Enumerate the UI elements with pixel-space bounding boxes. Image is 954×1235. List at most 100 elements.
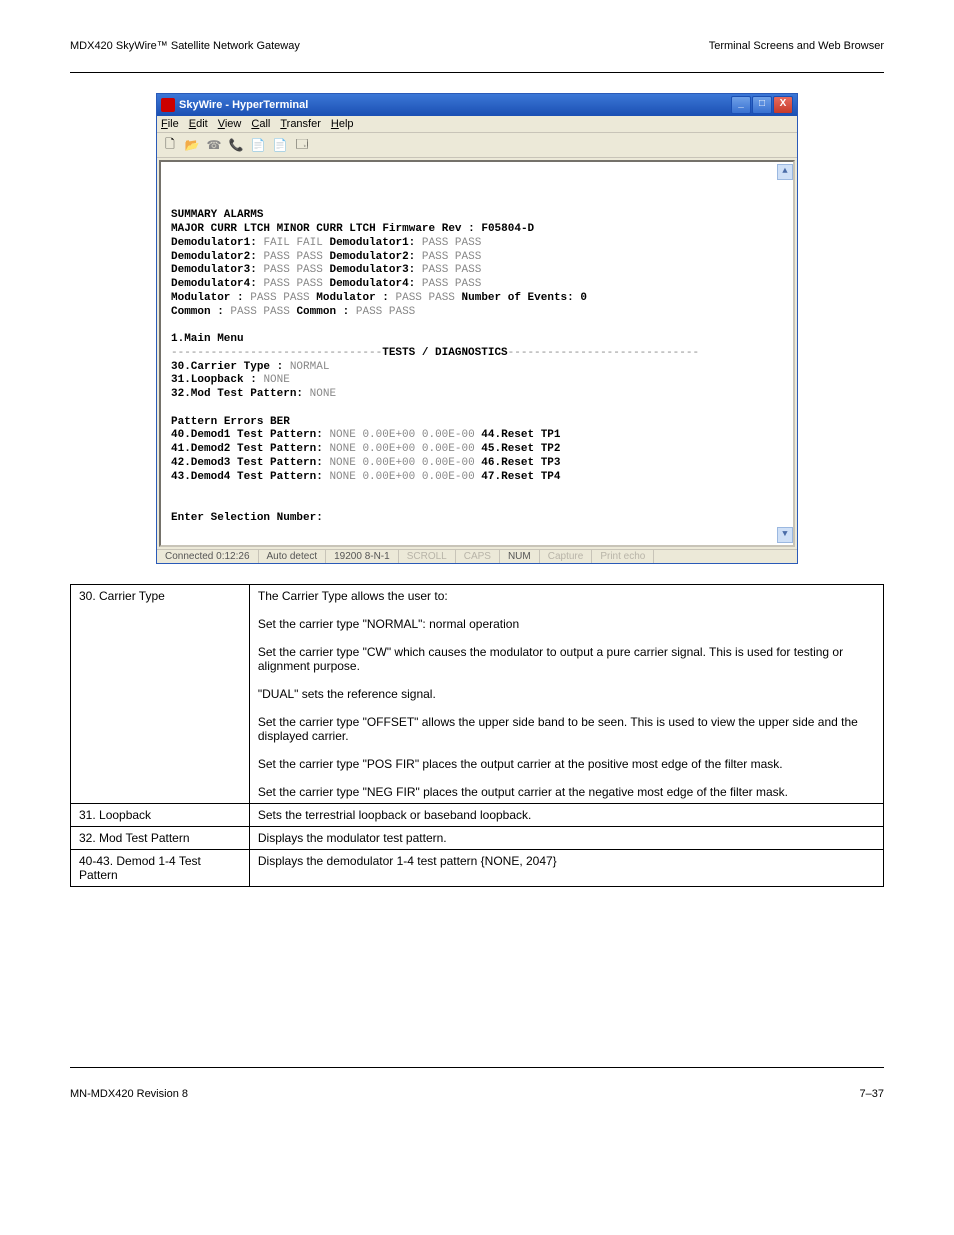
cell-30-desc: The Carrier Type allows the user to: Set… <box>249 585 883 804</box>
open-icon[interactable]: 📂 <box>183 136 201 154</box>
maj-row: Demodulator1: <box>171 237 257 249</box>
new-icon[interactable]: 🗋 <box>161 136 179 154</box>
main-menu-link[interactable]: 1.Main Menu <box>171 333 244 345</box>
table-row: 40-43. Demod 1-4 Test Pattern Displays t… <box>71 850 884 887</box>
maj-val: PASS PASS <box>263 264 322 276</box>
menu-help[interactable]: Help <box>331 118 354 130</box>
maj-val: FAIL FAIL <box>263 237 322 249</box>
maximize-button[interactable]: □ <box>752 96 772 114</box>
opt-43[interactable]: 43.Demod4 Test Pattern: <box>171 471 323 483</box>
doc-header-left: MDX420 SkyWire™ Satellite Network Gatewa… <box>70 40 300 52</box>
maj-row: Demodulator3: <box>171 264 257 276</box>
table-row: 30. Carrier Type The Carrier Type allows… <box>71 585 884 804</box>
table-row: 31. Loopback Sets the terrestrial loopba… <box>71 804 884 827</box>
dash: -------------------------------- <box>171 347 382 359</box>
terminal-area[interactable]: ▲ ▼ SUMMARY ALARMS MAJOR CURR LTCH MINOR… <box>159 160 795 547</box>
maj-val: PASS PASS <box>230 306 289 318</box>
disconnect-icon[interactable]: 📞 <box>227 136 245 154</box>
opt-42[interactable]: 42.Demod3 Test Pattern: <box>171 457 323 469</box>
toolbar: 🗋 📂 ☎ 📞 📄 📄 🗔 <box>157 133 797 158</box>
close-button[interactable]: X <box>773 96 793 114</box>
app-icon <box>161 98 175 112</box>
major-label: MAJOR <box>171 223 204 235</box>
opt-40-p: NONE <box>329 429 355 441</box>
opt-42-e: 0.00E+00 <box>362 457 415 469</box>
scroll-down-icon[interactable]: ▼ <box>777 527 793 543</box>
status-capture: Capture <box>540 550 593 563</box>
opt-30[interactable]: 30.Carrier Type : <box>171 361 283 373</box>
min-val: PASS PASS <box>422 264 481 276</box>
cell-4043-desc: Displays the demodulator 1-4 test patter… <box>249 850 883 887</box>
window-title: SkyWire - HyperTerminal <box>179 99 308 111</box>
status-caps: CAPS <box>456 550 500 563</box>
status-scroll: SCROLL <box>399 550 456 563</box>
maj-val: PASS PASS <box>263 278 322 290</box>
opt-45[interactable]: 45.Reset TP2 <box>481 443 560 455</box>
send-icon[interactable]: 📄 <box>249 136 267 154</box>
maj-row: Demodulator4: <box>171 278 257 290</box>
opt-32[interactable]: 32.Mod Test Pattern: <box>171 388 303 400</box>
section-title: TESTS / DIAGNOSTICS <box>382 347 507 359</box>
numevents-value: 0 <box>580 292 587 304</box>
min-row: Demodulator4: <box>329 278 415 290</box>
opt-43-p: NONE <box>329 471 355 483</box>
prompt[interactable]: Enter Selection Number: <box>171 512 323 524</box>
opt-40[interactable]: 40.Demod1 Test Pattern: <box>171 429 323 441</box>
cell-30-label: 30. Carrier Type <box>71 585 250 804</box>
menu-file[interactable]: File <box>161 118 179 130</box>
maj-row: Demodulator2: <box>171 251 257 263</box>
col-errors: Errors <box>224 416 264 428</box>
col-pattern: Pattern <box>171 416 217 428</box>
min-val: PASS PASS <box>422 251 481 263</box>
min-val: PASS PASS <box>356 306 415 318</box>
menu-view[interactable]: View <box>218 118 242 130</box>
min-val: PASS PASS <box>422 278 481 290</box>
opt-42-b: 0.00E-00 <box>422 457 475 469</box>
connect-icon[interactable]: ☎ <box>205 136 223 154</box>
col-ber: BER <box>270 416 290 428</box>
maj-row: Common : <box>171 306 224 318</box>
doc-header-right: Terminal Screens and Web Browser <box>709 40 884 52</box>
menu-transfer[interactable]: Transfer <box>280 118 321 130</box>
minor-label: MINOR <box>277 223 310 235</box>
min-row: Demodulator2: <box>329 251 415 263</box>
opt-47[interactable]: 47.Reset TP4 <box>481 471 560 483</box>
min-val: PASS PASS <box>396 292 455 304</box>
opt-44[interactable]: 44.Reset TP1 <box>481 429 560 441</box>
description-table: 30. Carrier Type The Carrier Type allows… <box>70 584 884 887</box>
major-colhdr: CURR LTCH <box>211 223 270 235</box>
opt-41[interactable]: 41.Demod2 Test Pattern: <box>171 443 323 455</box>
maj-val: PASS PASS <box>263 251 322 263</box>
window-titlebar: SkyWire - HyperTerminal _ □ X <box>157 94 797 116</box>
doc-footer-right: 7–37 <box>860 1088 884 1100</box>
status-num: NUM <box>500 550 540 563</box>
min-row: Modulator : <box>316 292 389 304</box>
menu-edit[interactable]: Edit <box>189 118 208 130</box>
status-baud: 19200 8-N-1 <box>326 550 399 563</box>
min-val: PASS PASS <box>422 237 481 249</box>
opt-42-p: NONE <box>329 457 355 469</box>
status-autodetect: Auto detect <box>259 550 327 563</box>
receive-icon[interactable]: 📄 <box>271 136 289 154</box>
dash: ----------------------------- <box>508 347 699 359</box>
cell-4043-label: 40-43. Demod 1-4 Test Pattern <box>71 850 250 887</box>
minimize-button[interactable]: _ <box>731 96 751 114</box>
properties-icon[interactable]: 🗔 <box>293 136 311 154</box>
opt-41-b: 0.00E-00 <box>422 443 475 455</box>
maj-row: Modulator : <box>171 292 244 304</box>
opt-31-val: NONE <box>263 374 289 386</box>
hyperterminal-window: SkyWire - HyperTerminal _ □ X File Edit … <box>156 93 798 564</box>
menubar: File Edit View Call Transfer Help <box>157 116 797 133</box>
cell-32-desc: Displays the modulator test pattern. <box>249 827 883 850</box>
scroll-up-icon[interactable]: ▲ <box>777 164 793 180</box>
menu-call[interactable]: Call <box>251 118 270 130</box>
opt-46[interactable]: 46.Reset TP3 <box>481 457 560 469</box>
table-row: 32. Mod Test Pattern Displays the modula… <box>71 827 884 850</box>
opt-31[interactable]: 31.Loopback : <box>171 374 257 386</box>
opt-30-val: NORMAL <box>290 361 330 373</box>
opt-40-b: 0.00E-00 <box>422 429 475 441</box>
min-row: Demodulator3: <box>329 264 415 276</box>
numevents-label: Number of Events: <box>462 292 574 304</box>
opt-32-val: NONE <box>310 388 336 400</box>
cell-31-desc: Sets the terrestrial loopback or baseban… <box>249 804 883 827</box>
